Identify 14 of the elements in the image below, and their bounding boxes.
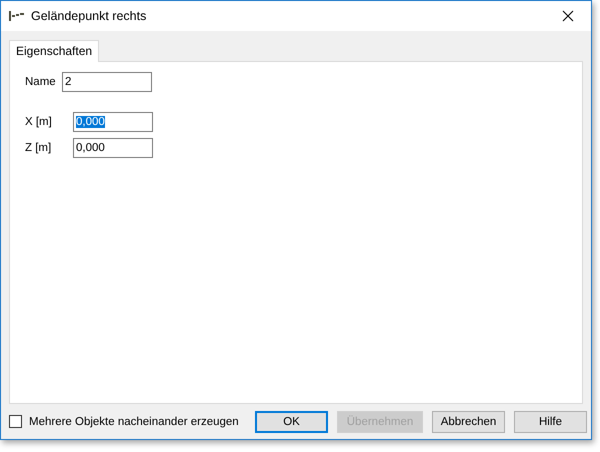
- checkbox[interactable]: [9, 415, 22, 428]
- input-field[interactable]: 2: [62, 72, 152, 92]
- dialog-button[interactable]: OK: [255, 410, 328, 432]
- dialog-button[interactable]: Hilfe: [514, 410, 587, 432]
- field-label: X [m]: [25, 116, 53, 128]
- window-title: Geländepunkt rechts: [31, 9, 148, 23]
- field-label: Z [m]: [25, 142, 52, 154]
- app-icon: [9, 11, 25, 21]
- checkbox-label[interactable]: Mehrere Objekte nacheinander erzeugen: [29, 416, 239, 428]
- input-field[interactable]: 0,000: [73, 138, 153, 158]
- tab[interactable]: Eigenschaften: [9, 40, 100, 62]
- field-label: Name: [25, 76, 57, 88]
- dialog-button[interactable]: Abbrechen: [432, 410, 505, 432]
- input-field[interactable]: 0,000: [73, 112, 153, 132]
